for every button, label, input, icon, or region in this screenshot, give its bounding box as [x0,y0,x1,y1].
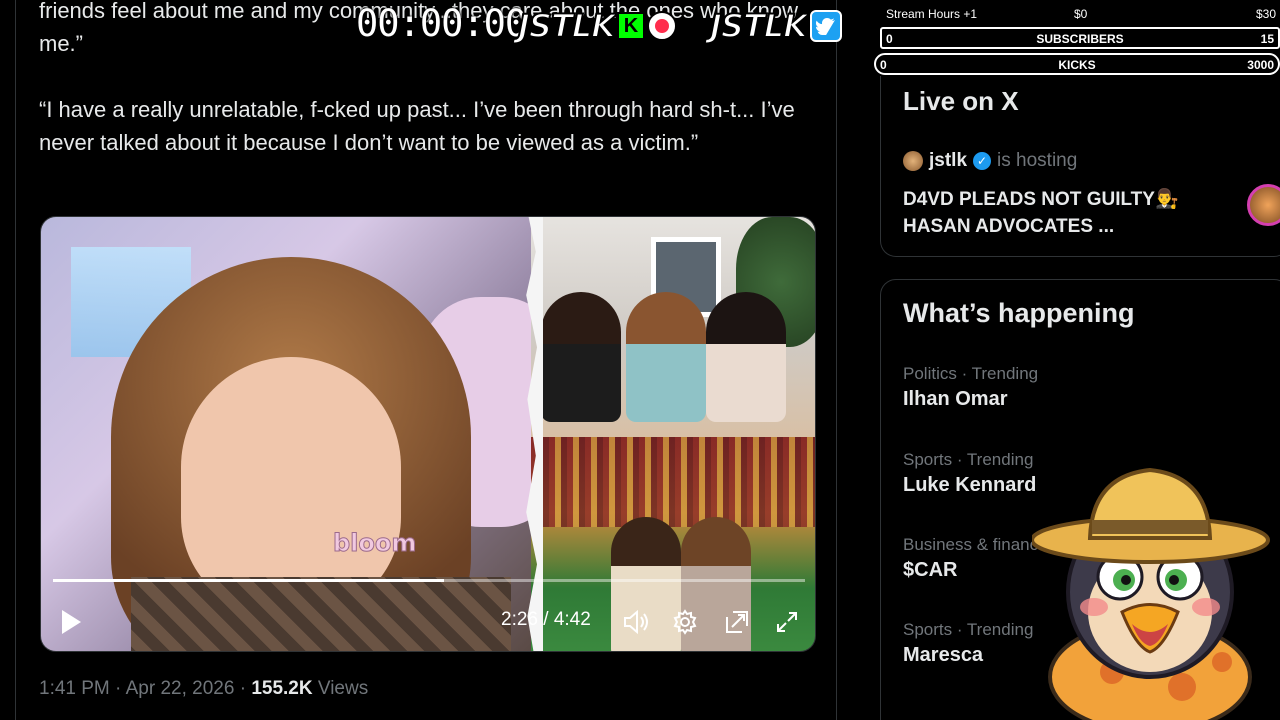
host-name[interactable]: jstlk [929,150,967,172]
fullscreen-icon [777,612,797,632]
kick-icon: K [616,12,645,40]
stream-hours-max: $30 [1255,7,1276,21]
verified-badge-icon: ✓ [973,152,992,170]
live-host-avatar[interactable] [1247,184,1280,226]
live-title[interactable]: D4VD PLEADS NOT GUILTY👨‍⚖️ HASAN ADVOCAT… [903,186,1223,240]
brand-logo-text-secondary: JSTLK [709,6,809,46]
live-on-x-card[interactable]: Live on X jstlk ✓ is hosting D4VD PLEADS… [880,76,1280,257]
stream-goal-bars: Stream Hours +1 $0 $30 0 SUBSCRIBERS 15 … [874,2,1280,76]
play-icon [62,610,81,634]
video-player[interactable]: bloom 2:26 / 4:42 [40,216,816,652]
pip-icon [726,611,748,633]
kicks-label: KICKS [1058,58,1096,72]
trend-category: Sports · Trending [903,620,1034,639]
stream-timer: 00:00:00 [356,2,527,45]
tweet-views-count: 155.2K [251,678,313,699]
trend-item[interactable]: Politics · Trending Ilhan Omar [903,364,1038,411]
tweet-date[interactable]: Apr 22, 2026 [126,678,235,699]
kicks-goal-bar: 0 KICKS 3000 [874,53,1280,75]
twitter-bird-icon [809,10,842,42]
subscribers-max: 15 [1260,32,1274,46]
brand-kick: JSTLK K [517,6,677,46]
video-frame-group-photo [531,217,815,437]
gear-icon [673,609,697,635]
trend-name: Maresca [903,644,984,666]
trend-category: Business & finance [903,535,1048,554]
penguin-mascot-illustration [1032,467,1270,720]
video-frame-streamer: bloom [41,217,561,651]
tweet-paragraph-2: “I have a really unrelatable, f-cked up … [39,97,795,155]
tweet-time[interactable]: 1:41 PM [39,678,110,699]
tweet-meta: 1:41 PM · Apr 22, 2026 · 155.2K Views [39,678,369,699]
trends-heading: What’s happening [903,298,1135,328]
tweet-column: friends feel about me and my community..… [15,0,837,720]
record-icon [646,11,677,41]
bloom-watermark: bloom [332,529,417,558]
stream-hours-label: Stream Hours +1 [886,7,978,21]
live-title-line-1: D4VD PLEADS NOT GUILTY👨‍⚖️ [903,189,1179,210]
live-title-line-2: HASAN ADVOCATES ... [903,216,1115,237]
stream-hours-goal: Stream Hours +1 $0 $30 [880,2,1280,24]
video-time: 2:26 / 4:42 [501,609,591,630]
play-button[interactable] [59,607,83,637]
video-progress-fill [53,579,445,582]
stream-hours-min: $0 [1074,7,1088,21]
subscribers-goal-bar: 0 SUBSCRIBERS 15 [880,27,1280,49]
kicks-max: 3000 [1247,58,1274,72]
trend-category: Sports · Trending [903,450,1034,469]
trend-item[interactable]: Sports · Trending Luke Kennard [903,450,1036,497]
trend-name: $CAR [903,559,958,581]
trend-name: Ilhan Omar [903,388,1008,410]
video-progress-bar[interactable] [53,579,805,582]
trend-item[interactable]: Sports · Trending Maresca [903,620,1033,667]
picture-in-picture-button[interactable] [723,609,751,635]
trend-category: Politics · Trending [903,364,1039,383]
volume-icon [624,609,648,635]
settings-button[interactable] [671,609,699,635]
fullscreen-button[interactable] [774,609,800,635]
brand-twitter: JSTLK [709,6,842,46]
host-label: is hosting [997,150,1078,171]
brand-logo-text: JSTLK [517,6,617,46]
live-heading: Live on X [903,86,1019,116]
host-avatar[interactable] [903,151,923,171]
trend-name: Luke Kennard [903,474,1037,496]
subscribers-label: SUBSCRIBERS [1036,32,1124,46]
trend-item[interactable]: Business & finance $CAR [903,535,1048,582]
tweet-views-label: Views [317,678,369,699]
live-host-row[interactable]: jstlk ✓ is hosting [903,150,1077,172]
volume-button[interactable] [623,609,651,635]
